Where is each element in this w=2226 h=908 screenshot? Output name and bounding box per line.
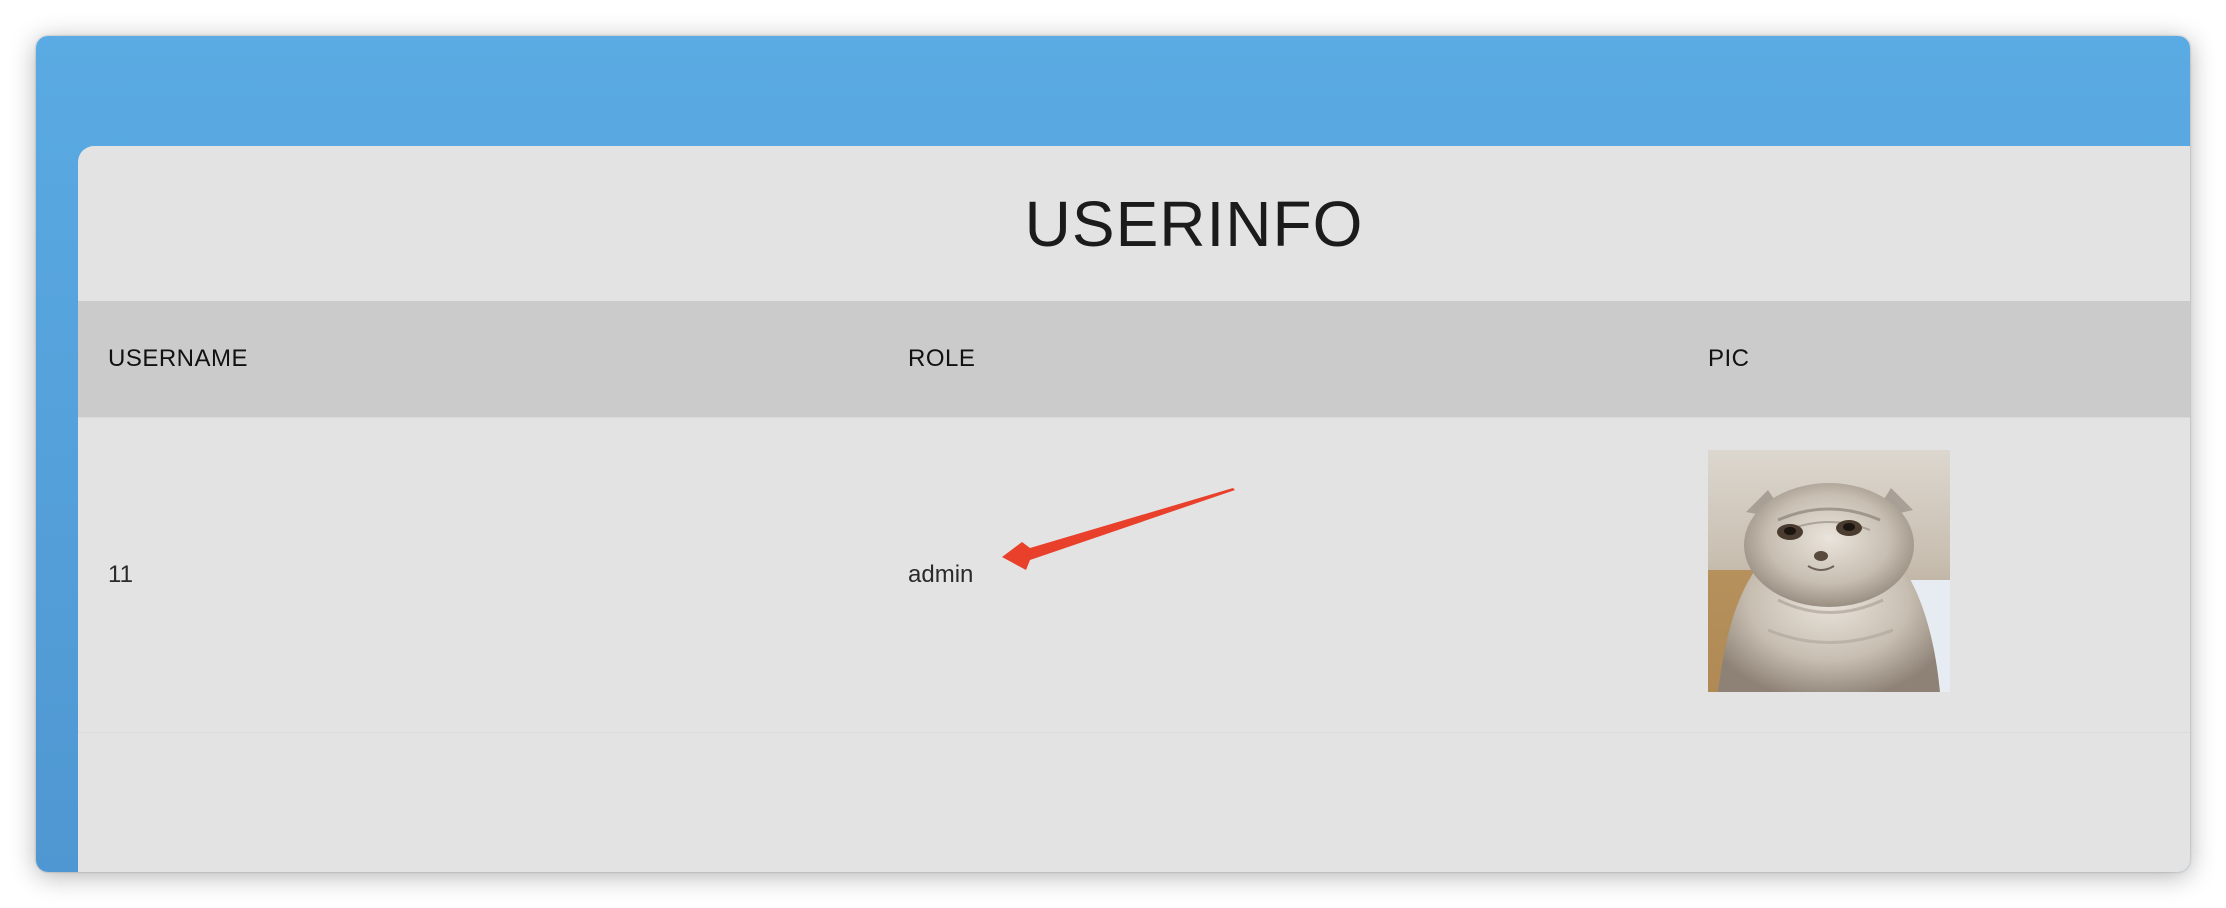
cell-role: admin xyxy=(908,561,974,588)
cell-username: 11 xyxy=(108,561,133,588)
column-header-username: USERNAME xyxy=(108,345,249,372)
cat-avatar-image xyxy=(1708,450,1950,692)
column-header-role: ROLE xyxy=(908,345,976,372)
app-window: USERINFO USERNAME ROLE PIC 11 admin xyxy=(36,36,2190,872)
table-header: USERNAME ROLE PIC xyxy=(78,301,2190,418)
content-panel: USERINFO USERNAME ROLE PIC 11 admin xyxy=(78,146,2190,872)
user-table: USERNAME ROLE PIC 11 admin xyxy=(78,301,2190,733)
table-row: 11 admin xyxy=(78,418,2190,733)
page-title: USERINFO xyxy=(1024,187,1364,260)
column-header-pic: PIC xyxy=(1708,345,1750,372)
